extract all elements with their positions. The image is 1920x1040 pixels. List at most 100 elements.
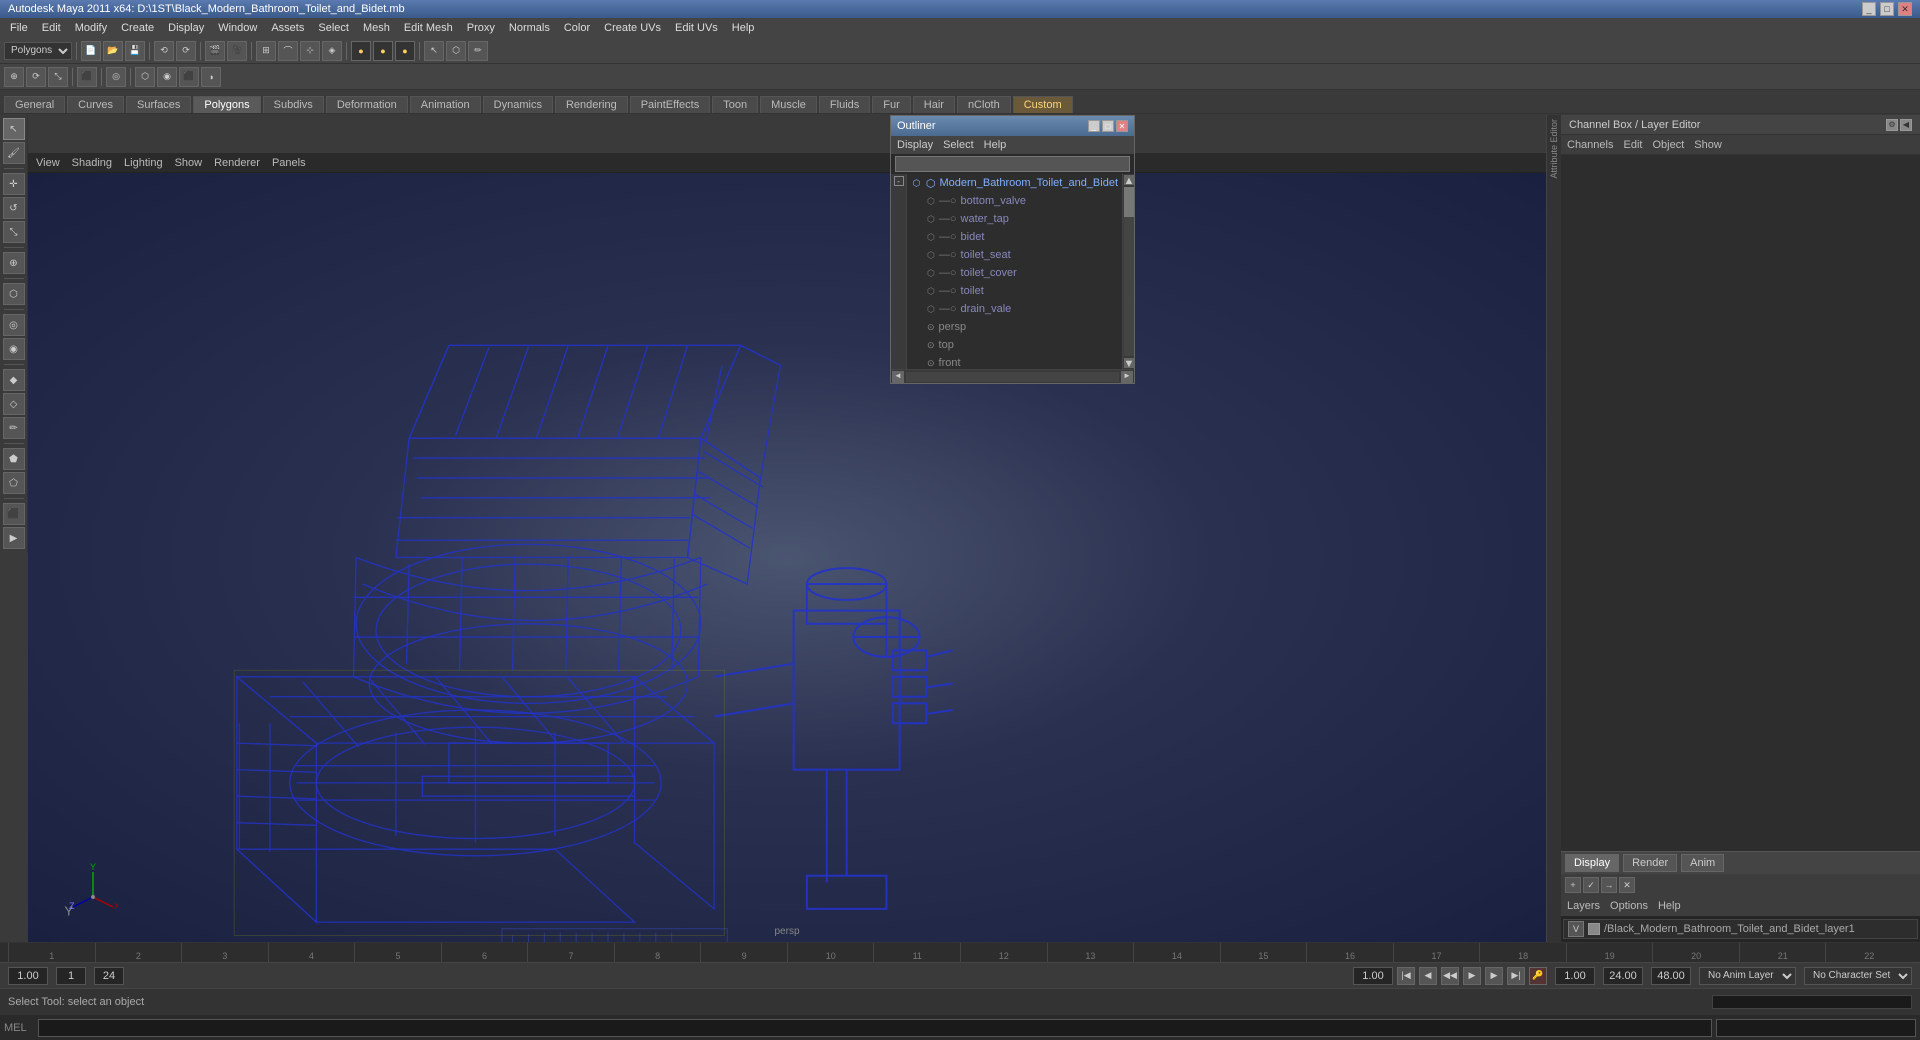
attr-editor-label[interactable]: Attribute Editor <box>1549 115 1559 183</box>
snap-point-button[interactable]: ⊹ <box>300 41 320 61</box>
universal-tool[interactable]: ⊕ <box>3 252 25 274</box>
scrollbar-thumb[interactable] <box>1124 187 1134 217</box>
time-end-input[interactable] <box>94 967 124 985</box>
menu-create-uvs[interactable]: Create UVs <box>598 20 667 36</box>
layer-select-button[interactable]: → <box>1601 877 1617 893</box>
menu-edit-mesh[interactable]: Edit Mesh <box>398 20 459 36</box>
go-to-end-button[interactable]: ▶| <box>1507 967 1525 985</box>
expand-button-root[interactable]: - <box>894 176 904 186</box>
sculpt-tool[interactable]: ◎ <box>3 314 25 336</box>
show-manipulator-button[interactable]: ⬛ <box>77 67 97 87</box>
move-button[interactable]: ⊕ <box>4 67 24 87</box>
tab-animation[interactable]: Animation <box>410 96 481 113</box>
scrollbar-down[interactable]: ▼ <box>1124 358 1134 368</box>
paint-tool-button[interactable]: ✏ <box>468 41 488 61</box>
layer-create-button[interactable]: + <box>1565 877 1581 893</box>
smooth-shade-button[interactable]: ◉ <box>157 67 177 87</box>
layer-tab-display[interactable]: Display <box>1565 854 1619 872</box>
viewport-menu-shading[interactable]: Shading <box>72 157 112 169</box>
range-end-2-input[interactable] <box>1651 967 1691 985</box>
tab-curves[interactable]: Curves <box>67 96 124 113</box>
tab-general[interactable]: General <box>4 96 65 113</box>
channel-box-settings[interactable]: ⚙ <box>1886 119 1898 131</box>
time-current-input[interactable] <box>56 967 86 985</box>
tab-custom[interactable]: Custom <box>1013 96 1073 113</box>
tab-hair[interactable]: Hair <box>913 96 955 113</box>
append-poly-tool[interactable]: ⬠ <box>3 472 25 494</box>
step-forward-button[interactable]: ▶ <box>1485 967 1503 985</box>
outliner-search-bar[interactable] <box>891 154 1134 174</box>
scale-button[interactable]: ⤡ <box>48 67 68 87</box>
soft-mod-tool[interactable]: ◉ <box>3 338 25 360</box>
outliner-item-bidet[interactable]: ⬡ —○ bidet <box>907 228 1122 246</box>
step-back-button[interactable]: ◀ <box>1419 967 1437 985</box>
outliner-item-root[interactable]: ⬡ ⬡ Modern_Bathroom_Toilet_and_Bidet <box>907 174 1122 192</box>
menu-assets[interactable]: Assets <box>265 20 310 36</box>
outliner-menu-help[interactable]: Help <box>984 139 1007 151</box>
outliner-item-toilet[interactable]: ⬡ —○ toilet <box>907 282 1122 300</box>
menu-edit[interactable]: Edit <box>36 20 67 36</box>
scrollbar-track[interactable] <box>1124 187 1134 356</box>
layer-tab-render[interactable]: Render <box>1623 854 1677 872</box>
outliner-maximize[interactable]: □ <box>1102 120 1114 132</box>
light-shade-button[interactable]: ◑ <box>201 67 221 87</box>
outliner-item-persp[interactable]: ⊙ persp <box>907 318 1122 336</box>
undo-button[interactable]: ⟲ <box>154 41 174 61</box>
open-scene-button[interactable]: 📂 <box>103 41 123 61</box>
rotate-tool[interactable]: ↺ <box>3 197 25 219</box>
range-start-input[interactable] <box>1555 967 1595 985</box>
menu-modify[interactable]: Modify <box>69 20 113 36</box>
show-manip-tool[interactable]: ⬡ <box>3 283 25 305</box>
wireframe-button[interactable]: ⬡ <box>135 67 155 87</box>
outliner-item-drain-vale[interactable]: ⬡ —○ drain_vale <box>907 300 1122 318</box>
tab-toon[interactable]: Toon <box>712 96 758 113</box>
h-scroll-track[interactable] <box>906 372 1119 382</box>
snap-surface-button[interactable]: ◈ <box>322 41 342 61</box>
texture-button[interactable]: ⬛ <box>179 67 199 87</box>
menu-select[interactable]: Select <box>312 20 355 36</box>
auto-keyframe-button[interactable]: 🔑 <box>1529 967 1547 985</box>
tab-subdivs[interactable]: Subdivs <box>263 96 324 113</box>
menu-window[interactable]: Window <box>212 20 263 36</box>
light-button-2[interactable]: ● <box>373 41 393 61</box>
layer-visibility-button[interactable]: V <box>1568 921 1584 937</box>
select-tool[interactable]: ↖ <box>3 118 25 140</box>
outliner-item-bottom-valve[interactable]: ⬡ —○ bottom_valve <box>907 192 1122 210</box>
viewport-menu-lighting[interactable]: Lighting <box>124 157 163 169</box>
playback-time-display[interactable] <box>1353 967 1393 985</box>
viewport-menu-view[interactable]: View <box>36 157 60 169</box>
layer-create-assign-button[interactable]: ✓ <box>1583 877 1599 893</box>
light-button-3[interactable]: ● <box>395 41 415 61</box>
scrollbar-up[interactable]: ▲ <box>1124 175 1134 185</box>
paint-select-tool[interactable]: 🖌 <box>3 142 25 164</box>
tab-dynamics[interactable]: Dynamics <box>483 96 553 113</box>
menu-help[interactable]: Help <box>726 20 761 36</box>
snap-grid-button[interactable]: ⊞ <box>256 41 276 61</box>
channel-box-menu-channels[interactable]: Channels <box>1567 139 1613 151</box>
outliner-h-scrollbar[interactable]: ◄ ► <box>891 369 1134 383</box>
menu-mesh[interactable]: Mesh <box>357 20 396 36</box>
tab-muscle[interactable]: Muscle <box>760 96 817 113</box>
layer-menu-help[interactable]: Help <box>1658 900 1681 912</box>
range-end-input[interactable] <box>1603 967 1643 985</box>
outliner-item-toilet-seat[interactable]: ⬡ —○ toilet_seat <box>907 246 1122 264</box>
viewport-3d[interactable]: Y X Y X Z persp <box>28 173 1546 942</box>
tab-polygons[interactable]: Polygons <box>193 96 260 113</box>
close-button[interactable]: ✕ <box>1898 2 1912 16</box>
anim-layer-select[interactable]: No Anim Layer <box>1699 967 1796 985</box>
h-scroll-left[interactable]: ◄ <box>892 371 904 383</box>
character-set-select[interactable]: No Character Set <box>1804 967 1912 985</box>
layer-delete-button[interactable]: ✕ <box>1619 877 1635 893</box>
tab-fluids[interactable]: Fluids <box>819 96 870 113</box>
render-settings[interactable]: ⬛ <box>3 503 25 525</box>
outliner-item-water-tap[interactable]: ⬡ —○ water_tap <box>907 210 1122 228</box>
quick-render[interactable]: ▶ <box>3 527 25 549</box>
timeline-ruler[interactable]: 1 2 3 4 5 6 7 8 9 10 11 12 13 14 15 16 1… <box>0 943 1920 962</box>
snap-curve-button[interactable]: ⌒ <box>278 41 298 61</box>
minimize-button[interactable]: _ <box>1862 2 1876 16</box>
menu-display[interactable]: Display <box>162 20 210 36</box>
tab-rendering[interactable]: Rendering <box>555 96 628 113</box>
pencil-curve-tool[interactable]: ✏ <box>3 417 25 439</box>
tab-ncloth[interactable]: nCloth <box>957 96 1011 113</box>
soft-select-button[interactable]: ◎ <box>106 67 126 87</box>
